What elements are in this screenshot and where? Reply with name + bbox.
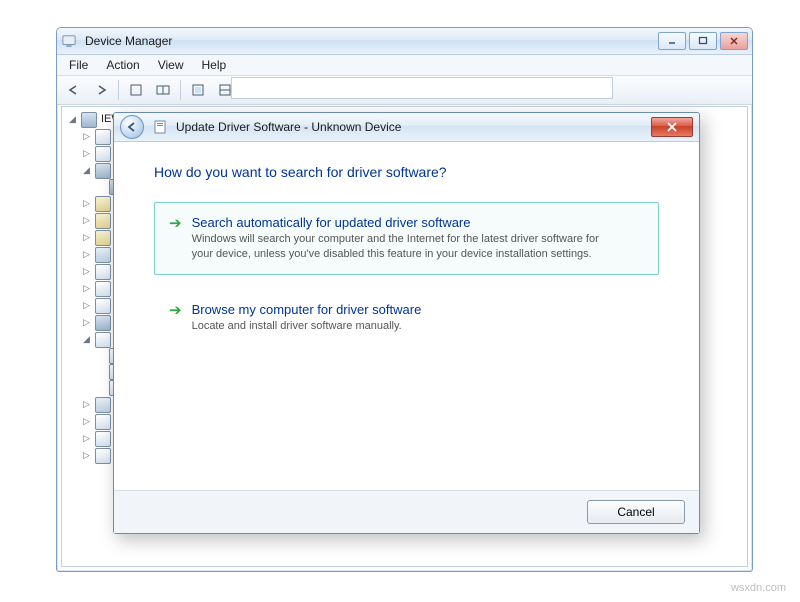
menu-help[interactable]: Help [194,56,235,74]
computer-icon [81,112,97,128]
device-icon [95,247,111,263]
dialog-title: Update Driver Software - Unknown Device [176,120,643,134]
nav-forward-icon[interactable] [88,78,114,102]
titlebar[interactable]: Device Manager [57,28,752,55]
close-button[interactable] [720,32,748,50]
toolbar-button-2[interactable] [150,78,176,102]
minimize-button[interactable] [658,32,686,50]
menu-action[interactable]: Action [98,56,147,74]
dialog-icon [152,119,168,135]
dialog-footer: Cancel [114,490,699,533]
device-icon [95,264,111,280]
menu-file[interactable]: File [61,56,96,74]
nav-back-icon[interactable] [61,78,87,102]
maximize-button[interactable] [689,32,717,50]
cancel-button[interactable]: Cancel [587,500,685,524]
device-icon [95,431,111,447]
option-browse-computer[interactable]: ➔ Browse my computer for driver software… [154,289,659,347]
device-icon [95,281,111,297]
device-icon [95,315,111,331]
dialog-close-button[interactable] [651,117,693,137]
device-icon [95,332,111,348]
menu-view[interactable]: View [150,56,192,74]
device-icon [95,129,111,145]
window-title: Device Manager [83,34,652,48]
device-icon [95,163,111,179]
option-title: Search automatically for updated driver … [192,215,622,230]
device-icon [95,230,111,246]
toolbar [57,76,752,105]
toolbar-button-3[interactable] [185,78,211,102]
dialog-titlebar[interactable]: Update Driver Software - Unknown Device [114,113,699,142]
device-icon [95,397,111,413]
device-icon [95,213,111,229]
arrow-icon: ➔ [169,302,182,334]
arrow-icon: ➔ [169,215,182,262]
toolbar-button-1[interactable] [123,78,149,102]
update-driver-dialog: Update Driver Software - Unknown Device … [113,112,700,534]
device-icon [95,414,111,430]
watermark: wsxdn.com [731,582,786,594]
device-icon [95,196,111,212]
dialog-heading: How do you want to search for driver sof… [154,164,659,180]
option-description: Locate and install driver software manua… [192,319,422,334]
back-button[interactable] [120,115,144,139]
device-icon [95,298,111,314]
device-icon [95,448,111,464]
menu-bar: File Action View Help [57,55,752,76]
option-description: Windows will search your computer and th… [192,232,622,262]
option-search-automatically[interactable]: ➔ Search automatically for updated drive… [154,202,659,275]
option-title: Browse my computer for driver software [192,302,422,317]
app-icon [61,33,77,49]
device-icon [95,146,111,162]
address-bar[interactable] [231,77,613,99]
